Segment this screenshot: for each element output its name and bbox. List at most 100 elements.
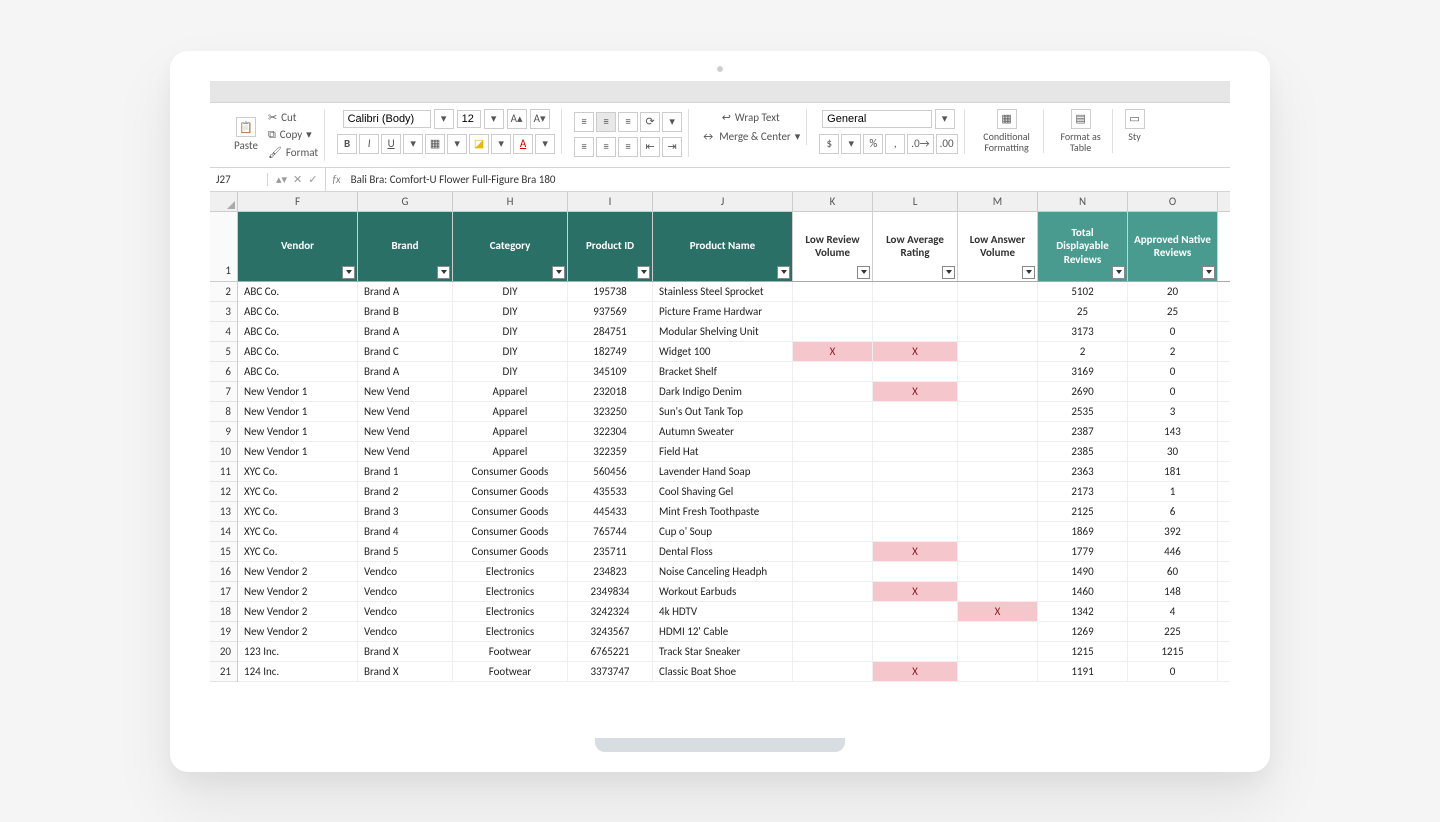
- cell[interactable]: [793, 322, 873, 341]
- filter-dropdown-icon[interactable]: [1022, 266, 1035, 279]
- cell[interactable]: Apparel: [453, 382, 568, 401]
- cell[interactable]: Electronics: [453, 582, 568, 601]
- cell[interactable]: DIY: [453, 362, 568, 381]
- cell[interactable]: 3373747: [568, 662, 653, 681]
- filter-dropdown-icon[interactable]: [552, 266, 565, 279]
- comma-button[interactable]: ,: [885, 134, 905, 154]
- cell[interactable]: [793, 582, 873, 601]
- cell[interactable]: Lavender Hand Soap: [653, 462, 793, 481]
- row-header[interactable]: 2: [210, 282, 237, 302]
- row-header[interactable]: 8: [210, 402, 237, 422]
- cell-styles-button[interactable]: ▭ Sty: [1119, 109, 1151, 142]
- cell[interactable]: [793, 502, 873, 521]
- filter-dropdown-icon[interactable]: [637, 266, 650, 279]
- cell[interactable]: X: [873, 382, 958, 401]
- cell[interactable]: ABC Co.: [238, 342, 358, 361]
- wrap-text-button[interactable]: ↩ Wrap Text: [722, 109, 780, 126]
- cell[interactable]: [958, 662, 1038, 681]
- cell[interactable]: New Vend: [358, 402, 453, 421]
- font-size-dropdown[interactable]: ▾: [484, 109, 504, 129]
- cell[interactable]: Electronics: [453, 622, 568, 641]
- fill-color-dropdown[interactable]: ▾: [491, 134, 511, 154]
- filter-dropdown-icon[interactable]: [1112, 266, 1125, 279]
- cell[interactable]: ABC Co.: [238, 282, 358, 301]
- cell[interactable]: [793, 562, 873, 581]
- cell[interactable]: [873, 482, 958, 501]
- align-right-button[interactable]: ≡: [618, 137, 638, 157]
- cell[interactable]: 445433: [568, 502, 653, 521]
- cell[interactable]: Consumer Goods: [453, 522, 568, 541]
- cell[interactable]: [873, 322, 958, 341]
- cell[interactable]: [958, 562, 1038, 581]
- column-header-F[interactable]: F: [238, 192, 358, 211]
- cell[interactable]: Brand 3: [358, 502, 453, 521]
- cell[interactable]: 143: [1128, 422, 1218, 441]
- cell[interactable]: 345109: [568, 362, 653, 381]
- borders-dropdown[interactable]: ▾: [447, 134, 467, 154]
- cell[interactable]: 182749: [568, 342, 653, 361]
- cell[interactable]: 937569: [568, 302, 653, 321]
- cell[interactable]: [958, 482, 1038, 501]
- cell[interactable]: [958, 342, 1038, 361]
- cell[interactable]: ABC Co.: [238, 302, 358, 321]
- font-name-select[interactable]: [343, 110, 431, 128]
- accept-formula-button[interactable]: ✓: [308, 173, 317, 186]
- cell[interactable]: [873, 402, 958, 421]
- cell[interactable]: 225: [1128, 622, 1218, 641]
- cell[interactable]: New Vendor 1: [238, 422, 358, 441]
- cell[interactable]: 284751: [568, 322, 653, 341]
- cell[interactable]: 1: [1128, 482, 1218, 501]
- decrease-indent-button[interactable]: ⇤: [640, 137, 660, 157]
- row-header[interactable]: 15: [210, 542, 237, 562]
- cell[interactable]: Footwear: [453, 662, 568, 681]
- cell[interactable]: X: [958, 602, 1038, 621]
- row-header[interactable]: 21: [210, 662, 237, 682]
- header-cell[interactable]: Product Name: [653, 212, 793, 281]
- cell[interactable]: 1490: [1038, 562, 1128, 581]
- cell[interactable]: Picture Frame Hardwar: [653, 302, 793, 321]
- cell[interactable]: 5102: [1038, 282, 1128, 301]
- cell[interactable]: [958, 282, 1038, 301]
- cell[interactable]: 0: [1128, 382, 1218, 401]
- cell[interactable]: Apparel: [453, 422, 568, 441]
- cell[interactable]: [958, 402, 1038, 421]
- header-cell[interactable]: Approved Native Reviews: [1128, 212, 1218, 281]
- cell[interactable]: 232018: [568, 382, 653, 401]
- cell[interactable]: 322304: [568, 422, 653, 441]
- underline-button[interactable]: U: [381, 134, 401, 154]
- cell[interactable]: 323250: [568, 402, 653, 421]
- cell[interactable]: Cool Shaving Gel: [653, 482, 793, 501]
- fx-icon[interactable]: fx: [326, 173, 346, 186]
- cell[interactable]: New Vendor 1: [238, 382, 358, 401]
- copy-button[interactable]: ⧉ Copy ▾: [268, 126, 318, 144]
- cell[interactable]: 60: [1128, 562, 1218, 581]
- cell[interactable]: [873, 622, 958, 641]
- italic-button[interactable]: I: [359, 134, 379, 154]
- cell[interactable]: Consumer Goods: [453, 462, 568, 481]
- cell[interactable]: Noise Canceling Headph: [653, 562, 793, 581]
- cell[interactable]: X: [873, 542, 958, 561]
- cell[interactable]: [793, 542, 873, 561]
- cell[interactable]: 30: [1128, 442, 1218, 461]
- cell[interactable]: 1460: [1038, 582, 1128, 601]
- cell[interactable]: 2349834: [568, 582, 653, 601]
- filter-dropdown-icon[interactable]: [342, 266, 355, 279]
- cell[interactable]: 3173: [1038, 322, 1128, 341]
- cell[interactable]: Brand A: [358, 282, 453, 301]
- cell[interactable]: 0: [1128, 322, 1218, 341]
- filter-dropdown-icon[interactable]: [1202, 266, 1215, 279]
- cell[interactable]: [873, 562, 958, 581]
- cell[interactable]: [793, 442, 873, 461]
- row-header[interactable]: 4: [210, 322, 237, 342]
- cell[interactable]: Track Star Sneaker: [653, 642, 793, 661]
- filter-dropdown-icon[interactable]: [437, 266, 450, 279]
- column-header-M[interactable]: M: [958, 192, 1038, 211]
- cell[interactable]: [873, 302, 958, 321]
- cell[interactable]: 1342: [1038, 602, 1128, 621]
- cell[interactable]: XYC Co.: [238, 462, 358, 481]
- cell[interactable]: 2363: [1038, 462, 1128, 481]
- column-header-N[interactable]: N: [1038, 192, 1128, 211]
- column-header-K[interactable]: K: [793, 192, 873, 211]
- row-header[interactable]: 19: [210, 622, 237, 642]
- cell[interactable]: 0: [1128, 662, 1218, 681]
